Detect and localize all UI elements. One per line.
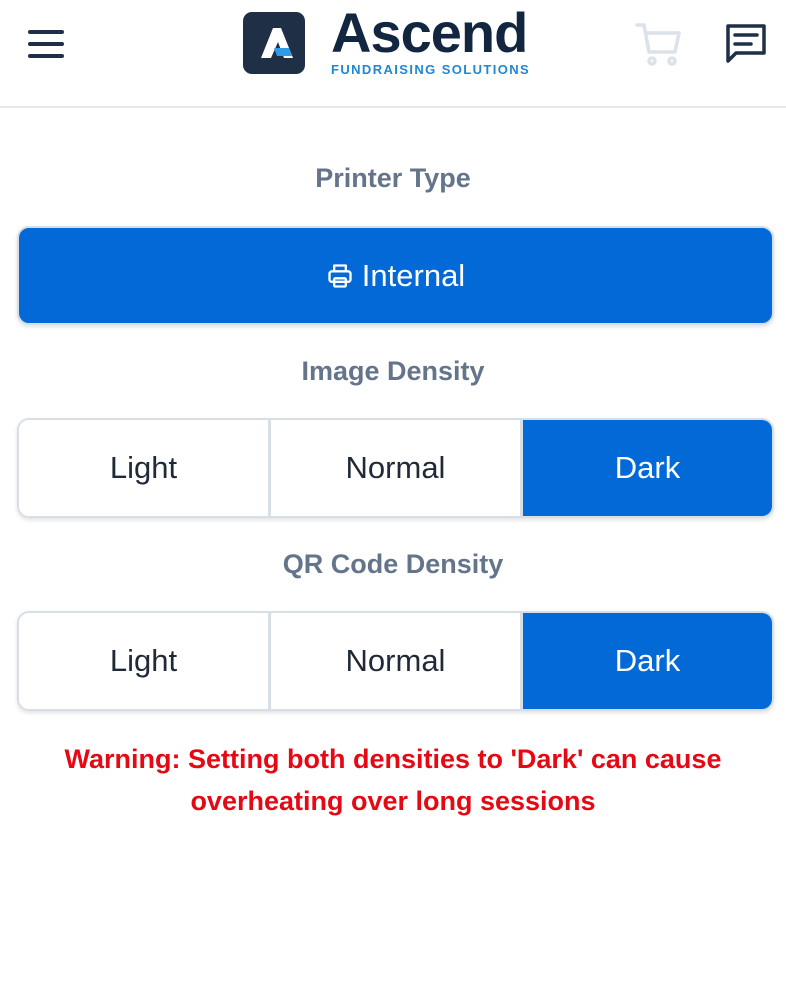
- app-header: Ascend FUNDRAISING SOLUTIONS: [0, 0, 786, 108]
- message-icon[interactable]: [722, 20, 770, 68]
- shopping-cart-icon[interactable]: [634, 20, 682, 68]
- printer-type-internal-button[interactable]: Internal: [17, 226, 774, 325]
- hamburger-menu-icon[interactable]: [26, 26, 66, 62]
- image-density-title: Image Density: [301, 356, 485, 386]
- qr-density-normal[interactable]: Normal: [268, 613, 520, 709]
- image-density-light[interactable]: Light: [19, 420, 268, 516]
- logo-mark-icon: [243, 12, 305, 74]
- image-density-dark[interactable]: Dark: [520, 420, 772, 516]
- qr-density-dark[interactable]: Dark: [520, 613, 772, 709]
- brand-name: Ascend: [331, 1, 528, 64]
- qr-density-selector: Light Normal Dark: [17, 611, 774, 711]
- density-warning-text: Warning: Setting both densities to 'Dark…: [64, 744, 722, 816]
- qr-density-title: QR Code Density: [282, 549, 504, 579]
- brand-logo: Ascend FUNDRAISING SOLUTIONS: [243, 5, 553, 77]
- printer-icon: [328, 263, 352, 288]
- brand-tagline: FUNDRAISING SOLUTIONS: [331, 62, 531, 77]
- image-density-normal[interactable]: Normal: [268, 420, 520, 516]
- printer-type-label: Internal: [361, 257, 466, 293]
- qr-density-light[interactable]: Light: [19, 613, 268, 709]
- printer-type-title: Printer Type: [315, 163, 471, 193]
- image-density-selector: Light Normal Dark: [17, 418, 774, 518]
